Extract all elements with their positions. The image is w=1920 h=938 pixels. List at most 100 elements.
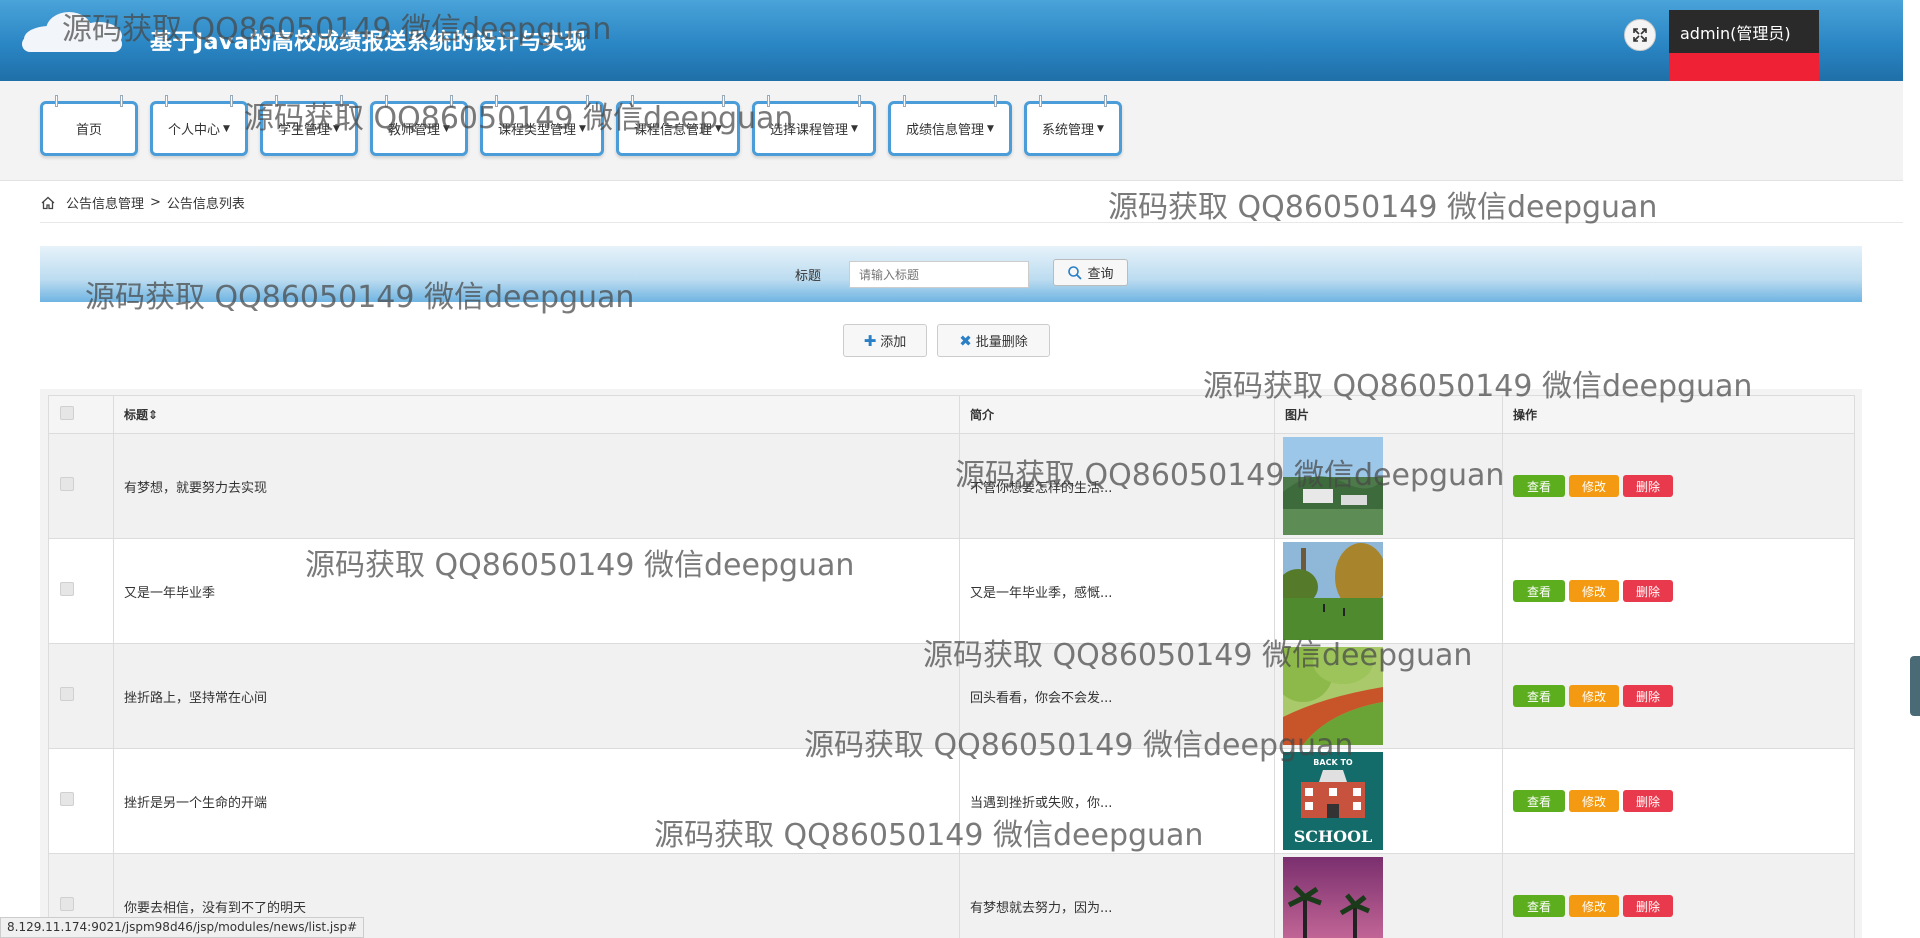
status-bar-url: 8.129.11.174:9021/jspm98d46/jsp/modules/… bbox=[0, 917, 365, 938]
row-actions-cell: 查看 修改 删除 bbox=[1502, 643, 1855, 749]
row-image-cell bbox=[1274, 853, 1503, 938]
row-image-cell bbox=[1274, 538, 1503, 644]
table-row: 挫折是另一个生命的开端 当遇到挫折或失败，你... BACK TO SCHOOL… bbox=[48, 748, 1855, 854]
side-scroll-tab[interactable] bbox=[1910, 656, 1920, 716]
nav-item-system-management[interactable]: 系统管理 ▼ bbox=[1024, 95, 1122, 156]
user-menu-toggle[interactable]: admin(管理员) bbox=[1669, 10, 1819, 53]
caret-down-icon: ▼ bbox=[1097, 123, 1104, 134]
app-title: 基于Java的高校成绩报送系统的设计与实现 bbox=[150, 30, 587, 55]
row-select-cell bbox=[48, 433, 114, 539]
breadcrumb-parent[interactable]: 公告信息管理 bbox=[66, 193, 144, 212]
nav-item-label: 选择课程管理 bbox=[770, 123, 849, 138]
row-summary: 不管你想要怎样的生活... bbox=[959, 433, 1275, 539]
news-table: 标题⇕ 简介 图片 操作 有梦想，就要努力去实现 不管你想要怎样的生活... 查… bbox=[48, 395, 1855, 938]
add-button[interactable]: ✚ 添加 bbox=[843, 324, 927, 357]
nav-item-teacher-management[interactable]: 教师管理 ▼ bbox=[370, 95, 468, 156]
nav-item-course-selection-management[interactable]: 选择课程管理 ▼ bbox=[752, 95, 876, 156]
school-image-text: SCHOOL bbox=[1293, 827, 1373, 846]
delete-button[interactable]: 删除 bbox=[1623, 895, 1673, 917]
table-row: 又是一年毕业季 又是一年毕业季，感慨... 查看 修改 删除 bbox=[48, 538, 1855, 644]
search-button[interactable]: 查询 bbox=[1053, 259, 1128, 286]
column-header-actions: 操作 bbox=[1502, 395, 1855, 434]
view-button[interactable]: 查看 bbox=[1513, 685, 1565, 707]
row-checkbox[interactable] bbox=[60, 897, 74, 911]
fullscreen-button[interactable] bbox=[1624, 19, 1656, 51]
row-checkbox[interactable] bbox=[60, 792, 74, 806]
nav-item-label: 学生管理 bbox=[278, 123, 331, 138]
add-button-label: 添加 bbox=[880, 335, 907, 350]
field-image bbox=[1283, 542, 1383, 640]
nav-item-label: 个人中心 bbox=[168, 123, 221, 138]
row-checkbox[interactable] bbox=[60, 582, 74, 596]
view-button[interactable]: 查看 bbox=[1513, 790, 1565, 812]
table-header-row: 标题⇕ 简介 图片 操作 bbox=[48, 395, 1855, 434]
view-button[interactable]: 查看 bbox=[1513, 895, 1565, 917]
row-title: 挫折路上，坚持常在心间 bbox=[113, 643, 960, 749]
search-button-label: 查询 bbox=[1087, 267, 1114, 282]
row-summary: 回头看看，你会不会发... bbox=[959, 643, 1275, 749]
select-all-checkbox[interactable] bbox=[60, 406, 74, 420]
edit-button[interactable]: 修改 bbox=[1569, 475, 1619, 497]
row-select-cell bbox=[48, 538, 114, 644]
nav-item-course-info-management[interactable]: 课程信息管理 ▼ bbox=[616, 95, 740, 156]
nav-item-label: 课程信息管理 bbox=[634, 123, 713, 138]
title-search-input[interactable] bbox=[849, 261, 1029, 288]
row-image-cell: BACK TO SCHOOL bbox=[1274, 748, 1503, 854]
column-header-title[interactable]: 标题⇕ bbox=[113, 395, 960, 434]
edit-button[interactable]: 修改 bbox=[1569, 685, 1619, 707]
view-button[interactable]: 查看 bbox=[1513, 580, 1565, 602]
nav-item-label: 课程类型管理 bbox=[498, 123, 577, 138]
search-icon bbox=[1067, 265, 1083, 281]
home-icon[interactable] bbox=[40, 195, 56, 211]
school-image: BACK TO SCHOOL bbox=[1283, 752, 1383, 850]
row-checkbox[interactable] bbox=[60, 687, 74, 701]
nav-item-student-management[interactable]: 学生管理 ▼ bbox=[260, 95, 358, 156]
breadcrumb-separator: > bbox=[150, 195, 161, 210]
nav-item-home[interactable]: 首页 bbox=[40, 95, 138, 156]
caret-down-icon: ▼ bbox=[987, 123, 994, 134]
breadcrumb-current: 公告信息列表 bbox=[166, 197, 245, 212]
nav-item-course-type-management[interactable]: 课程类型管理 ▼ bbox=[480, 95, 604, 156]
delete-button[interactable]: 删除 bbox=[1623, 475, 1673, 497]
row-actions-cell: 查看 修改 删除 bbox=[1502, 748, 1855, 854]
select-all-cell bbox=[48, 395, 114, 434]
caret-down-icon: ▼ bbox=[333, 123, 340, 134]
delete-button[interactable]: 删除 bbox=[1623, 685, 1673, 707]
row-select-cell bbox=[48, 748, 114, 854]
row-image-cell bbox=[1274, 643, 1503, 749]
row-image-cell bbox=[1274, 433, 1503, 539]
row-actions-cell: 查看 修改 删除 bbox=[1502, 433, 1855, 539]
track-image bbox=[1283, 647, 1383, 745]
edit-button[interactable]: 修改 bbox=[1569, 790, 1619, 812]
nav-item-personal-center[interactable]: 个人中心 ▼ bbox=[150, 95, 248, 156]
caret-down-icon: ▼ bbox=[223, 123, 230, 134]
column-header-summary: 简介 bbox=[959, 395, 1275, 434]
row-select-cell bbox=[48, 643, 114, 749]
nav-item-label: 系统管理 bbox=[1042, 123, 1095, 138]
edit-button[interactable]: 修改 bbox=[1569, 895, 1619, 917]
row-title: 挫折是另一个生命的开端 bbox=[113, 748, 960, 854]
campus-image bbox=[1283, 437, 1383, 535]
caret-down-icon: ▼ bbox=[851, 123, 858, 134]
delete-button[interactable]: 删除 bbox=[1623, 790, 1673, 812]
plus-icon: ✚ bbox=[863, 331, 877, 350]
news-table-container: 标题⇕ 简介 图片 操作 有梦想，就要努力去实现 不管你想要怎样的生活... 查… bbox=[40, 389, 1862, 938]
view-button[interactable]: 查看 bbox=[1513, 475, 1565, 497]
search-label: 标题 bbox=[795, 269, 822, 284]
row-checkbox[interactable] bbox=[60, 477, 74, 491]
close-icon: ✖ bbox=[959, 331, 972, 350]
batch-delete-button[interactable]: ✖ 批量删除 bbox=[937, 324, 1050, 357]
nav-item-label: 首页 bbox=[75, 123, 102, 138]
nav-item-label: 教师管理 bbox=[388, 123, 441, 138]
nav-item-grade-info-management[interactable]: 成绩信息管理 ▼ bbox=[888, 95, 1012, 156]
caret-down-icon: ▼ bbox=[443, 123, 450, 134]
cloud-logo-icon bbox=[18, 6, 128, 54]
username-label: admin(管理员) bbox=[1680, 23, 1791, 43]
expand-icon bbox=[1633, 28, 1647, 42]
table-row: 有梦想，就要努力去实现 不管你想要怎样的生活... 查看 修改 删除 bbox=[48, 433, 1855, 539]
app-header: 基于Java的高校成绩报送系统的设计与实现 bbox=[0, 0, 1903, 81]
table-row: 挫折路上，坚持常在心间 回头看看，你会不会发... 查看 修改 删除 bbox=[48, 643, 1855, 749]
edit-button[interactable]: 修改 bbox=[1569, 580, 1619, 602]
delete-button[interactable]: 删除 bbox=[1623, 580, 1673, 602]
batch-delete-label: 批量删除 bbox=[975, 335, 1028, 350]
